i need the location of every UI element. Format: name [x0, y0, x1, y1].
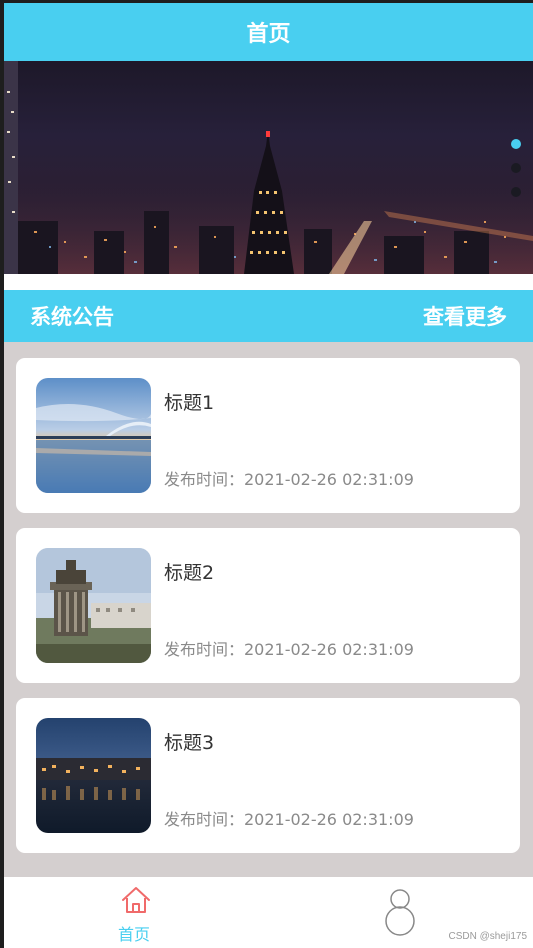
section-divider	[4, 274, 533, 290]
notice-card-time: 发布时间：2021-02-26 02:31:09	[164, 470, 414, 489]
tab-home[interactable]: 首页	[4, 877, 269, 948]
tab-home-label: 首页	[118, 925, 151, 944]
carousel-indicators	[511, 139, 521, 197]
carousel-dot-1[interactable]	[511, 139, 521, 149]
view-more-link[interactable]: 查看更多	[423, 301, 507, 331]
page-title: 首页	[246, 22, 291, 47]
top-nav-bar: 首页	[4, 3, 533, 61]
night-waterfront-thumbnail	[36, 718, 151, 833]
monument-city-thumbnail	[36, 548, 151, 663]
app-screen: 首页 系统公告 查看更多 标题1 发布时间：2021-02-26 02:31:0…	[4, 3, 533, 948]
user-icon	[384, 889, 415, 936]
notice-card[interactable]: 标题2 发布时间：2021-02-26 02:31:09	[16, 528, 520, 683]
bridge-sunset-thumbnail	[36, 378, 151, 493]
home-icon	[122, 887, 150, 913]
carousel-dot-3[interactable]	[511, 187, 521, 197]
carousel-dot-2[interactable]	[511, 163, 521, 173]
notice-card-title: 标题3	[164, 732, 215, 754]
notice-title: 系统公告	[30, 305, 114, 329]
notice-card-title: 标题2	[164, 562, 215, 584]
notice-card[interactable]: 标题3 发布时间：2021-02-26 02:31:09	[16, 698, 520, 853]
banner-carousel[interactable]	[4, 61, 533, 274]
watermark-text: CSDN @sheji175	[448, 931, 527, 942]
city-night-banner-image	[4, 61, 533, 274]
notice-card[interactable]: 标题1 发布时间：2021-02-26 02:31:09	[16, 358, 520, 513]
bottom-tab-bar: 首页 CSDN @sheji175	[4, 877, 533, 948]
notice-section-header: 系统公告 查看更多	[4, 290, 533, 342]
notice-card-time: 发布时间：2021-02-26 02:31:09	[164, 640, 414, 659]
notice-card-title: 标题1	[164, 392, 215, 414]
notice-card-time: 发布时间：2021-02-26 02:31:09	[164, 810, 414, 829]
notice-list: 标题1 发布时间：2021-02-26 02:31:09 标题2 发布时间：20…	[16, 358, 520, 868]
